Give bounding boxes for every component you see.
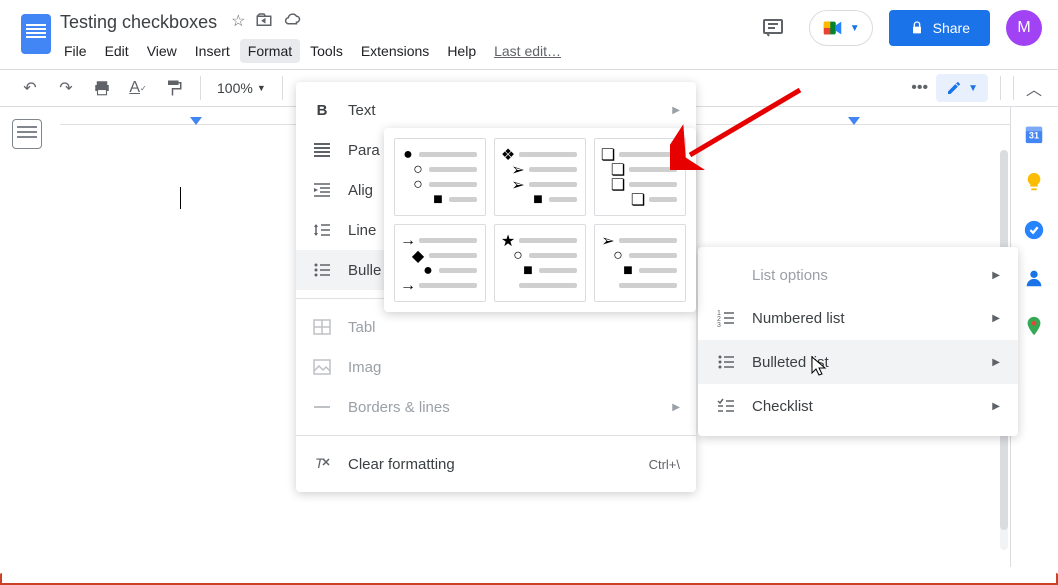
menu-extensions[interactable]: Extensions [353, 39, 437, 63]
keep-icon[interactable] [1023, 171, 1047, 195]
submenu-numbered-list[interactable]: 123 Numbered list ▶ [698, 296, 1018, 340]
document-title[interactable]: Testing checkboxes [56, 10, 221, 35]
pencil-icon [946, 80, 962, 96]
calendar-icon[interactable]: 31 [1023, 123, 1047, 147]
paint-format-icon[interactable] [160, 74, 188, 102]
editing-mode-button[interactable]: ▼ [936, 74, 988, 102]
image-icon [312, 357, 332, 377]
contacts-icon[interactable] [1023, 267, 1047, 291]
document-outline[interactable] [0, 107, 60, 567]
avatar[interactable]: M [1006, 10, 1042, 46]
chevron-down-icon: ▼ [968, 83, 978, 94]
star-icon[interactable]: ☆ [231, 11, 245, 34]
line-spacing-icon [312, 220, 332, 240]
bullet-preset-3[interactable]: ❏ ❏ ❏ ❏ [594, 138, 686, 216]
chevron-down-icon: ▼ [850, 23, 860, 34]
menu-edit[interactable]: Edit [97, 39, 137, 63]
bullets-icon [312, 260, 332, 280]
chevron-right-icon: ▶ [992, 357, 1000, 368]
bullet-presets-popup: ● ○ ○ ■ ❖ ➢ ➢ ■ ❏ ❏ ❏ ❏ → ◆ ● → ★ ○ ■ ➢ … [384, 128, 696, 312]
share-button[interactable]: Share [889, 10, 990, 46]
svg-text:3: 3 [717, 322, 721, 327]
menu-format[interactable]: Format [240, 39, 300, 63]
bullet-preset-4[interactable]: → ◆ ● → [394, 224, 486, 302]
submenu-list-options: List options ▶ [698, 255, 1018, 296]
menu-tools[interactable]: Tools [302, 39, 351, 63]
paragraph-icon [312, 140, 332, 160]
bullet-preset-6[interactable]: ➢ ○ ■ [594, 224, 686, 302]
bullet-preset-1[interactable]: ● ○ ○ ■ [394, 138, 486, 216]
last-edit-link[interactable]: Last edit… [486, 39, 569, 63]
docs-logo[interactable] [16, 8, 56, 60]
shortcut-text: Ctrl+\ [649, 457, 680, 472]
indent-marker-right[interactable] [848, 117, 860, 125]
chevron-right-icon: ▶ [672, 402, 680, 413]
lock-icon [909, 20, 925, 36]
numbered-list-icon: 123 [716, 308, 736, 328]
menu-view[interactable]: View [139, 39, 185, 63]
menu-insert[interactable]: Insert [187, 39, 238, 63]
comments-icon[interactable] [753, 8, 793, 48]
meet-button[interactable]: ▼ [809, 10, 873, 46]
outline-icon [12, 119, 42, 149]
chevron-right-icon: ▶ [992, 270, 1000, 281]
maps-icon[interactable] [1023, 315, 1047, 339]
clear-format-icon: T [312, 454, 332, 474]
zoom-dropdown[interactable]: 100% ▼ [213, 80, 270, 96]
menu-clear-formatting[interactable]: T Clear formatting Ctrl+\ [296, 444, 696, 484]
submenu-bulleted-list[interactable]: Bulleted list ▶ [698, 340, 1018, 384]
menu-text[interactable]: B Text ▶ [296, 90, 696, 130]
text-cursor [180, 187, 181, 209]
indent-marker-left[interactable] [190, 117, 202, 125]
share-label: Share [933, 20, 970, 36]
cloud-status-icon[interactable] [283, 11, 301, 34]
svg-text:31: 31 [1028, 131, 1038, 141]
move-icon[interactable] [255, 11, 273, 34]
menu-help[interactable]: Help [439, 39, 484, 63]
chevron-right-icon: ▶ [992, 313, 1000, 324]
menu-borders-lines: Borders & lines ▶ [296, 387, 696, 427]
spellcheck-icon[interactable]: A✓ [124, 74, 152, 102]
tasks-icon[interactable] [1023, 219, 1047, 243]
collapse-toolbar-icon[interactable]: ︿ [1013, 76, 1042, 100]
menu-file[interactable]: File [56, 39, 95, 63]
menu-image: Imag [296, 347, 696, 387]
svg-text:T: T [315, 455, 325, 471]
bold-icon: B [312, 100, 332, 120]
menu-table: Tabl [296, 307, 696, 347]
menubar: File Edit View Insert Format Tools Exten… [56, 37, 753, 63]
submenu-checklist[interactable]: Checklist ▶ [698, 384, 1018, 428]
undo-icon[interactable]: ↶ [16, 74, 44, 102]
annotation-border [0, 573, 2, 585]
chevron-right-icon: ▶ [992, 401, 1000, 412]
print-icon[interactable] [88, 74, 116, 102]
table-icon [312, 317, 332, 337]
bullet-preset-2[interactable]: ❖ ➢ ➢ ■ [494, 138, 586, 216]
checklist-icon [716, 396, 736, 416]
chevron-right-icon: ▶ [672, 105, 680, 116]
meet-icon [822, 17, 844, 39]
indent-icon [312, 180, 332, 200]
border-icon [312, 397, 332, 417]
bullets-numbering-submenu: List options ▶ 123 Numbered list ▶ Bulle… [698, 247, 1018, 436]
bulleted-list-icon [716, 352, 736, 372]
more-tools-icon[interactable]: ••• [911, 79, 928, 97]
redo-icon[interactable]: ↷ [52, 74, 80, 102]
bullet-preset-5[interactable]: ★ ○ ■ [494, 224, 586, 302]
